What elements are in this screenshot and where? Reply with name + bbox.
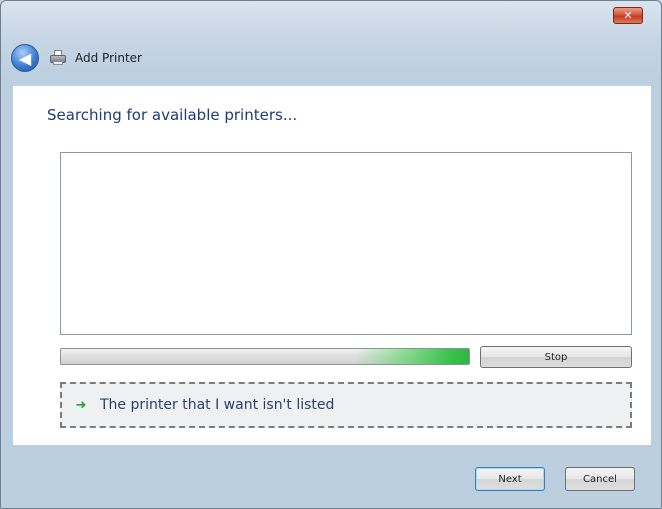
search-progress-bar [60,348,470,365]
add-printer-window: ✕ ◀ Add Printer Searching for available … [0,0,662,509]
stop-button[interactable]: Stop [480,346,632,368]
green-arrow-icon: ➜ [75,397,87,413]
printer-not-listed-link[interactable]: ➜ The printer that I want isn't listed [60,382,632,428]
back-arrow-icon: ◀ [18,48,32,68]
wizard-title: Add Printer [75,51,142,65]
cancel-button[interactable]: Cancel [565,467,635,491]
next-button[interactable]: Next [475,467,545,491]
progress-indicator [354,349,469,364]
button-row: Next Cancel [1,445,661,508]
back-button[interactable]: ◀ [11,44,39,72]
navigation-bar: ◀ Add Printer [11,43,142,73]
close-icon: ✕ [623,9,633,22]
printer-list[interactable] [60,152,632,335]
printer-icon [49,50,67,66]
page-heading: Searching for available printers... [47,106,298,124]
printer-not-listed-label: The printer that I want isn't listed [100,397,335,413]
close-button[interactable]: ✕ [613,7,643,24]
wizard-content: Searching for available printers... Stop… [13,85,651,445]
